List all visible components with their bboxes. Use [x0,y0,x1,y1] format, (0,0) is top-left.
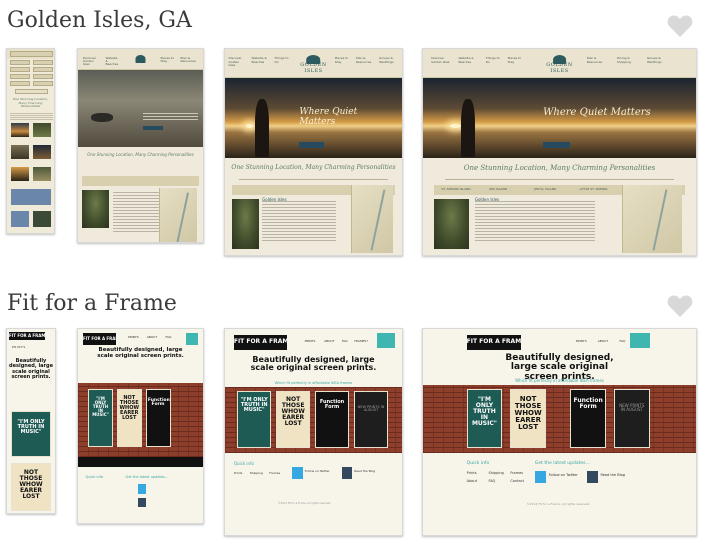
quick-info-heading: Quick info [233,460,254,466]
footer-link[interactable]: FAQ [489,479,496,483]
hero-headline: Where Quiet Matters [299,106,358,127]
menu-faq[interactable]: FAQ [620,339,626,343]
mobile-tagline: One Stunning Location, Many Charming Per… [12,97,49,109]
nav-item[interactable]: Plan & Resources [356,57,374,64]
tagline: One Stunning Location, Many Charming Per… [87,152,194,158]
nav-item[interactable]: Places to Stay [508,57,527,64]
footer-link[interactable]: Shipping [250,471,263,475]
headline: Beautifully designed, large scale origin… [9,358,53,380]
menu-prints[interactable]: PRINTS [128,335,139,339]
nav-item[interactable]: Places to Stay [161,56,176,64]
headline: Beautifully designed, large scale origin… [250,354,377,373]
follow-twitter-link[interactable]: Follow on Twitter [305,469,330,473]
latest-updates-heading: Get the latest updates... [125,474,169,479]
menu-faq[interactable]: FAQ [166,335,172,339]
menu-about[interactable]: ABOUT [324,339,334,343]
menu-frames[interactable]: FRAMES? [354,339,368,343]
poster-title: NOT THOSE WHOW EARER LOST [19,469,43,500]
tab-item[interactable]: ST. SIMONS ISLAND [441,187,470,191]
latest-updates-heading: Get the latest updates... [534,460,590,466]
nav-item[interactable]: Discover Golden Isles [229,57,247,67]
logo[interactable]: FIT FOR A FRAME [83,332,116,345]
tagline: One Stunning Location, Many Charming Per… [463,164,656,173]
nav-item[interactable]: Groups & Weddings [647,57,672,64]
poster-title: "I'M ONLY TRUTH IN MUSIC" [471,395,497,427]
hero-headline: Where Quiet Matters [543,106,651,118]
logo[interactable]: FIT FOR A FRAME [466,335,522,350]
quick-info-heading: Quick info [466,460,490,466]
footer-link[interactable]: Frames [269,471,280,475]
tagline: One Stunning Location, Many Charming Per… [231,164,396,172]
poster-title: Function Form [319,399,345,411]
hero-cta-button[interactable] [543,142,571,148]
poster-title: Function Form [573,397,603,411]
footer-link[interactable]: Frames [510,471,523,475]
footer-link[interactable]: Prints [467,471,477,475]
project-title: Fit for a Frame [7,291,177,316]
nav-item[interactable]: Website & Beaches [106,56,121,67]
poster-title: Function Form [147,397,170,408]
quick-info-heading: Quick info [85,474,104,479]
copyright: ©2012 Fit for a Frame. All rights reserv… [526,502,591,507]
poster-title: NEW PRINTS IN AUGUST [357,404,385,413]
screenshot-tablet[interactable]: FIT FOR A FRAME PRINTS ABOUT FAQ Beautif… [77,328,204,524]
menu-prints[interactable]: PRINTS [305,339,316,343]
nav-item[interactable]: Things to Do [275,57,289,64]
screenshot-tablet[interactable]: Discover Golden Isles Website & Beaches … [77,48,204,243]
nav-item[interactable]: Website & Beaches [458,57,480,64]
logo[interactable]: FIT FOR A FRAME [9,332,45,340]
screenshot-mobile[interactable]: One Stunning Location, Many Charming Per… [6,48,55,234]
tab-item[interactable]: LITTLE ST. SIMONS [580,187,608,191]
poster-title: NOT THOSE WHOW EARER LOST [119,394,139,421]
poster-title: "I'M ONLY TRUTH IN MUSIC" [92,395,109,417]
project-title: Golden Isles, GA [7,8,192,33]
screenshot-desktop[interactable]: FIT FOR A FRAME PRINTS ABOUT FAQ FRAMES?… [224,328,403,536]
subline: Which fit perfectly in affordable IKEA f… [515,378,604,384]
poster-title: NEW PRINTS IN AUGUST [619,403,645,413]
hero-cta-button[interactable] [299,142,325,148]
poster-title: "I'M ONLY TRUTH IN MUSIC" [240,397,268,414]
screenshot-desktop[interactable]: Discover Golden Isles Website & Beaches … [224,48,403,256]
menu-about[interactable]: ABOUT [598,339,608,343]
poster-title: "I'M ONLY TRUTH IN MUSIC" [17,419,45,435]
nav-item[interactable]: Discover Golden Isles [83,56,101,67]
poster-title: NOT THOSE WHOW EARER LOST [281,396,305,428]
nav-item[interactable]: Groups & Weddings [379,57,398,64]
read-blog-link[interactable]: Read the Blog [600,473,625,477]
menu-prints[interactable]: PRINTS [576,339,587,343]
mobile-menu[interactable]: PRINTS [12,345,26,349]
heart-icon[interactable] [667,14,693,38]
tab-item[interactable]: JEKYLL ISLAND [534,187,556,191]
nav-item[interactable]: Places to Stay [335,57,349,64]
read-blog-link[interactable]: Read the Blog [354,469,375,473]
nav-item[interactable]: Plan & Resources [587,57,609,64]
nav-item[interactable]: Discover Golden Isles [431,57,453,64]
nav-item[interactable]: Plan & Resources [181,56,199,64]
follow-twitter-link[interactable]: Follow on Twitter [549,473,578,477]
menu-about[interactable]: ABOUT [147,335,157,339]
project-golden-isles: Golden Isles, GA One Stunning Location, … [0,0,702,270]
menu-faq[interactable]: FAQ [342,339,348,343]
nav-item[interactable]: Website & Beaches [252,57,270,64]
screenshot-widescreen[interactable]: Discover Golden Isles Website & Beaches … [422,48,697,256]
tab-item[interactable]: SEA ISLAND [489,187,507,191]
project-fit-for-a-frame: Fit for a Frame FIT FOR A FRAME PRINTS B… [0,270,702,540]
footer-link[interactable]: Contact [510,479,524,483]
nav-item[interactable]: Things to Do [486,57,502,64]
footer-link[interactable]: Shipping [489,471,504,475]
logo[interactable]: GOLDEN ISLES [296,62,331,74]
footer-link[interactable]: Prints [234,471,242,475]
subline: Which fit perfectly in affordable IKEA f… [274,380,353,385]
headline: Beautifully designed, large scale origin… [97,347,184,360]
screenshot-mobile[interactable]: FIT FOR A FRAME PRINTS Beautifully desig… [6,328,56,514]
copyright: ©2012 Fit for a Frame. All rights reserv… [278,502,332,506]
logo[interactable]: GOLDEN ISLES [543,62,576,74]
nav-item[interactable]: Dining & Shopping [617,57,639,64]
screenshot-widescreen[interactable]: FIT FOR A FRAME PRINTS ABOUT FAQ FRAMES?… [422,328,697,536]
logo[interactable]: FIT FOR A FRAME [233,335,287,350]
heart-icon[interactable] [667,294,693,318]
poster-title: NOT THOSE WHOW EARER LOST [514,394,542,431]
footer-link[interactable]: About [467,479,477,483]
